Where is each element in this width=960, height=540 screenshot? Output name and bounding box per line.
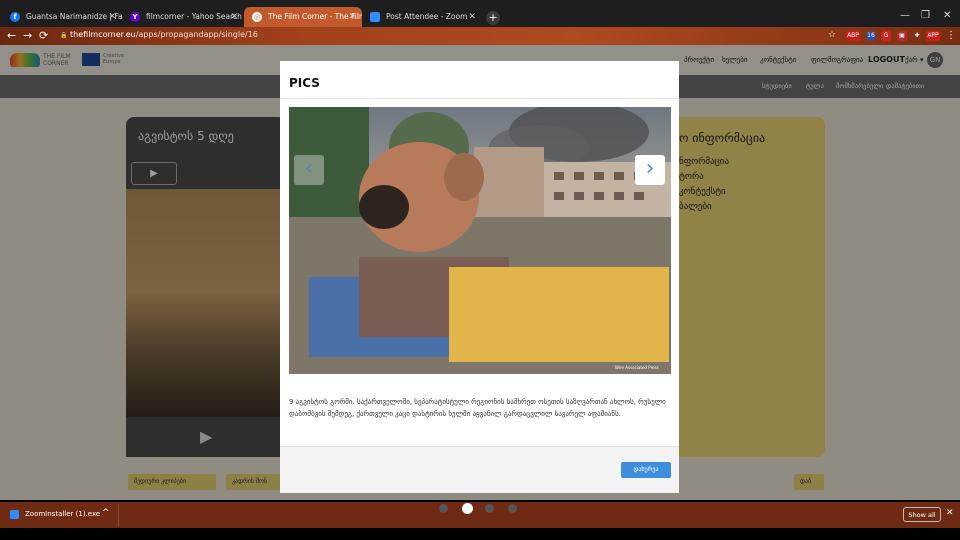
extension-badge-icon[interactable]: 16 [866, 31, 876, 41]
window-close-icon[interactable]: ✕ [943, 10, 951, 21]
globe-icon: ◎ [252, 12, 262, 22]
modal-title: PICS [289, 76, 320, 90]
photo-credit: Wire Associated Press [615, 365, 659, 370]
photo-illustration: Wire Associated Press [289, 107, 671, 374]
carousel-dot[interactable] [439, 504, 448, 513]
minimize-icon[interactable]: — [900, 10, 910, 21]
tab-bar: f Guantsa Narimanidze | Facebook ✕ Y fil… [0, 0, 960, 27]
divider [280, 98, 679, 99]
reload-icon[interactable]: ⟳ [39, 29, 48, 42]
carousel-dot[interactable] [462, 503, 473, 514]
close-icon[interactable]: ✕ [348, 7, 356, 27]
tab-zoom[interactable]: Post Attendee - Zoom ✕ [362, 7, 482, 27]
modal-footer: დახურვა [280, 446, 679, 493]
previous-photo-button[interactable]: ‹ [294, 155, 324, 185]
carousel-dots [0, 500, 960, 540]
tab-title: Post Attendee - Zoom [386, 12, 468, 21]
new-tab-button[interactable]: + [486, 11, 500, 25]
close-icon[interactable]: ✕ [108, 7, 116, 27]
back-icon[interactable]: ← [7, 29, 16, 42]
next-photo-button[interactable]: › [635, 155, 665, 185]
photo-caption: 9 აგვისტოს გორში. საქართველოში, სეპარატი… [289, 398, 666, 418]
tab-title: filmcorner - Yahoo Search Resul [146, 12, 244, 21]
screen-extension-icon[interactable]: ▣ [897, 31, 907, 41]
grammarly-extension-icon[interactable]: G [881, 31, 891, 41]
browser-menu-icon[interactable]: ⋮ [946, 30, 956, 41]
close-icon[interactable]: ✕ [230, 7, 238, 27]
lock-icon: 🔒 [60, 32, 68, 39]
app-extension-icon[interactable]: APP [926, 31, 940, 41]
tab-facebook[interactable]: f Guantsa Narimanidze | Facebook ✕ [2, 7, 122, 27]
carousel-dot[interactable] [485, 504, 494, 513]
zoom-icon [370, 12, 380, 22]
address-bar: ← → ⟳ 🔒 thefilmcorner.eu/apps/propaganda… [0, 27, 960, 45]
url-path: /apps/propagandapp/single/16 [135, 30, 258, 39]
url-field[interactable]: 🔒 thefilmcorner.eu/apps/propagandapp/sin… [60, 30, 258, 39]
maximize-icon[interactable]: ❐ [921, 10, 930, 21]
bookmark-star-icon[interactable]: ☆ [828, 30, 836, 40]
tab-film-corner[interactable]: ◎ The Film Corner - The Film Corne ✕ [244, 7, 362, 27]
gallery-photo: Wire Associated Press [289, 107, 671, 374]
adblock-extension-icon[interactable]: ABP [846, 31, 860, 41]
pics-modal: PICS Wire Associated Press 9 აგვისტოს გო… [280, 61, 679, 493]
close-button[interactable]: დახურვა [621, 462, 671, 478]
carousel-dot[interactable] [508, 504, 517, 513]
forward-icon[interactable]: → [23, 29, 32, 42]
close-icon[interactable]: ✕ [468, 7, 476, 27]
puzzle-extension-icon[interactable]: ✚ [912, 31, 922, 41]
tab-yahoo[interactable]: Y filmcorner - Yahoo Search Resul ✕ [122, 7, 244, 27]
url-host: thefilmcorner.eu [70, 30, 136, 39]
yahoo-icon: Y [130, 12, 140, 22]
facebook-icon: f [10, 12, 20, 22]
